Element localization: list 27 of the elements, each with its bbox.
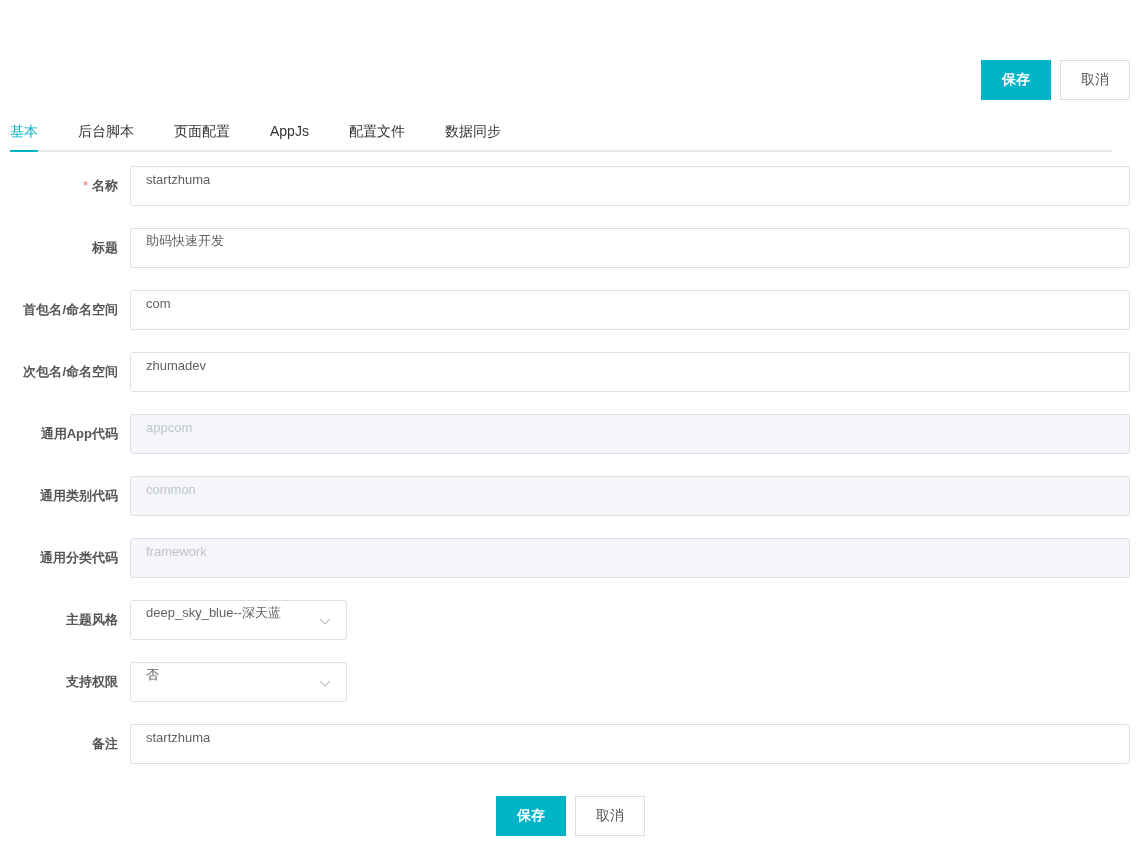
tab[interactable]: 后台脚本 (78, 119, 134, 152)
input-field[interactable]: 助码快速开发 (130, 228, 1130, 268)
field-label: 通用分类代码 (40, 550, 118, 565)
field-label: 次包名/命名空间 (23, 364, 118, 379)
cancel-button[interactable]: 取消 (1060, 60, 1130, 100)
cancel-button[interactable]: 取消 (574, 796, 645, 836)
caret-icon (319, 680, 331, 688)
tab[interactable]: 页面配置 (174, 119, 230, 152)
tab[interactable]: 数据同步 (444, 119, 501, 152)
field-label: 备注 (92, 736, 118, 751)
tab[interactable]: 配置文件 (348, 119, 405, 152)
field-label: 通用类别代码 (40, 488, 118, 503)
select-field[interactable]: deep_sky_blue--深天蓝 (130, 600, 347, 640)
input-field[interactable]: startzhuma (130, 724, 1130, 764)
field-label: 名称 (92, 178, 118, 193)
required-asterisk: * (82, 178, 88, 193)
caret-icon (319, 618, 331, 626)
tab[interactable]: AppJs (270, 119, 309, 152)
field-label: 支持权限 (66, 674, 118, 689)
select-field[interactable]: 否 (130, 662, 347, 702)
field-label: 主题风格 (66, 612, 118, 627)
input-field[interactable]: zhumadev (130, 352, 1130, 392)
input-field[interactable]: startzhuma (130, 166, 1130, 206)
field-label: 标题 (92, 240, 118, 255)
field-label: 首包名/命名空间 (23, 302, 118, 317)
input-field[interactable]: com (130, 290, 1130, 330)
field-label: 通用App代码 (40, 426, 118, 441)
